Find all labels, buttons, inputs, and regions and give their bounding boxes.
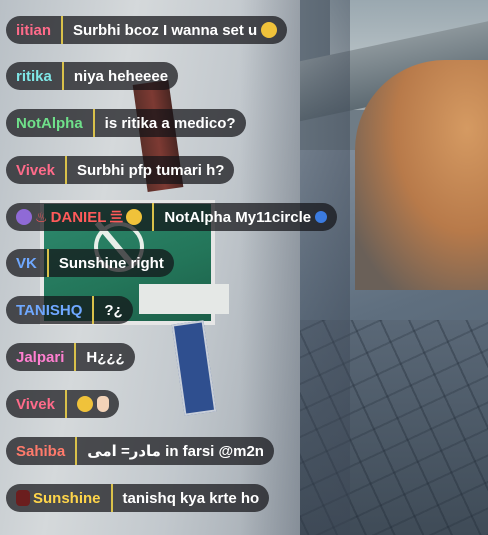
- username-label: Vivek: [16, 395, 55, 413]
- message-text: Surbhi pfp tumari h?: [76, 161, 225, 179]
- chat-message: NotAlpha is ritika a medico?: [6, 109, 246, 137]
- username-label: Sahiba: [16, 442, 66, 460]
- chat-message: Vivek Surbhi pfp tumari h?: [6, 156, 235, 184]
- username-label: ritika: [16, 67, 52, 85]
- chat-text: Surbhi bcoz I wanna set u: [63, 22, 287, 39]
- chat-username[interactable]: VK: [6, 249, 49, 277]
- thinking-emoji-icon: [126, 209, 143, 225]
- username-label: iitian: [16, 21, 52, 39]
- message-text: is ritika a medico?: [104, 114, 236, 132]
- chat-username[interactable]: Sunshine: [6, 484, 113, 512]
- username-label: TANISHQ: [16, 301, 83, 319]
- chat-text: tanishq kya krte ho: [113, 490, 270, 507]
- chat-text: [67, 396, 119, 412]
- chat-message: ritika niya heheeee: [6, 62, 179, 90]
- message-text: H¿¿¿: [86, 348, 125, 366]
- username-label: Jalpari: [16, 348, 65, 366]
- spider-emoji-icon: [16, 490, 30, 506]
- chat-username[interactable]: Jalpari: [6, 343, 77, 371]
- blue-heart-emoji-icon: [315, 211, 328, 223]
- chat-message: Vivek: [6, 390, 119, 418]
- chat-text: ?¿: [94, 302, 132, 319]
- chat-text: NotAlpha My11circle: [154, 209, 337, 226]
- grin-emoji-icon: [261, 22, 278, 38]
- chat-overlay: iitian Surbhi bcoz I wanna set u ritika …: [0, 0, 488, 535]
- message-text: NotAlpha My11circle: [164, 208, 312, 226]
- username-label: VK: [16, 254, 37, 272]
- purple-face-emoji-icon: [16, 209, 32, 225]
- chat-text: is ritika a medico?: [95, 115, 246, 132]
- username-label: NotAlpha: [16, 114, 83, 132]
- name-glyph-after: 亖: [109, 209, 124, 225]
- chat-text: مادر= امی in farsi @m2n: [77, 442, 274, 460]
- message-text: tanishq kya krte ho: [122, 489, 260, 507]
- message-text: ?¿: [104, 301, 123, 319]
- chat-message: Sunshine tanishq kya krte ho: [6, 484, 270, 512]
- chat-username[interactable]: TANISHQ: [6, 296, 95, 324]
- chat-message: ♨ DANIEL 亖 NotAlpha My11circle: [6, 203, 338, 231]
- chat-username[interactable]: Vivek: [6, 156, 67, 184]
- chat-username[interactable]: NotAlpha: [6, 109, 95, 137]
- chat-text: H¿¿¿: [76, 349, 134, 366]
- message-text: niya heheeee: [73, 67, 169, 85]
- username-label: Vivek: [16, 161, 55, 179]
- username-label: Sunshine: [33, 489, 101, 507]
- chat-text: Surbhi pfp tumari h?: [67, 162, 235, 179]
- chat-username[interactable]: ritika: [6, 62, 64, 90]
- chat-username[interactable]: ♨ DANIEL 亖: [6, 203, 155, 231]
- chat-text: niya heheeee: [64, 68, 178, 85]
- rofl-emoji-icon: [76, 396, 93, 412]
- username-label: DANIEL: [50, 208, 107, 226]
- message-text: مادر= امی in farsi @m2n: [87, 443, 264, 460]
- name-glyph-before: ♨: [35, 209, 48, 225]
- chat-message: iitian Surbhi bcoz I wanna set u: [6, 16, 288, 44]
- message-text: Sunshine right: [58, 254, 164, 272]
- chat-text: Sunshine right: [49, 255, 174, 272]
- message-text: Surbhi bcoz I wanna set u: [73, 21, 258, 39]
- chat-message: Sahiba مادر= امی in farsi @m2n: [6, 437, 274, 465]
- chat-username[interactable]: Vivek: [6, 390, 67, 418]
- chat-message: VK Sunshine right: [6, 249, 174, 277]
- chat-username[interactable]: iitian: [6, 16, 64, 44]
- chat-message: TANISHQ ?¿: [6, 296, 133, 324]
- chat-message: Jalpari H¿¿¿: [6, 343, 135, 371]
- chat-username[interactable]: Sahiba: [6, 437, 78, 465]
- hand-emoji-icon: [96, 396, 109, 412]
